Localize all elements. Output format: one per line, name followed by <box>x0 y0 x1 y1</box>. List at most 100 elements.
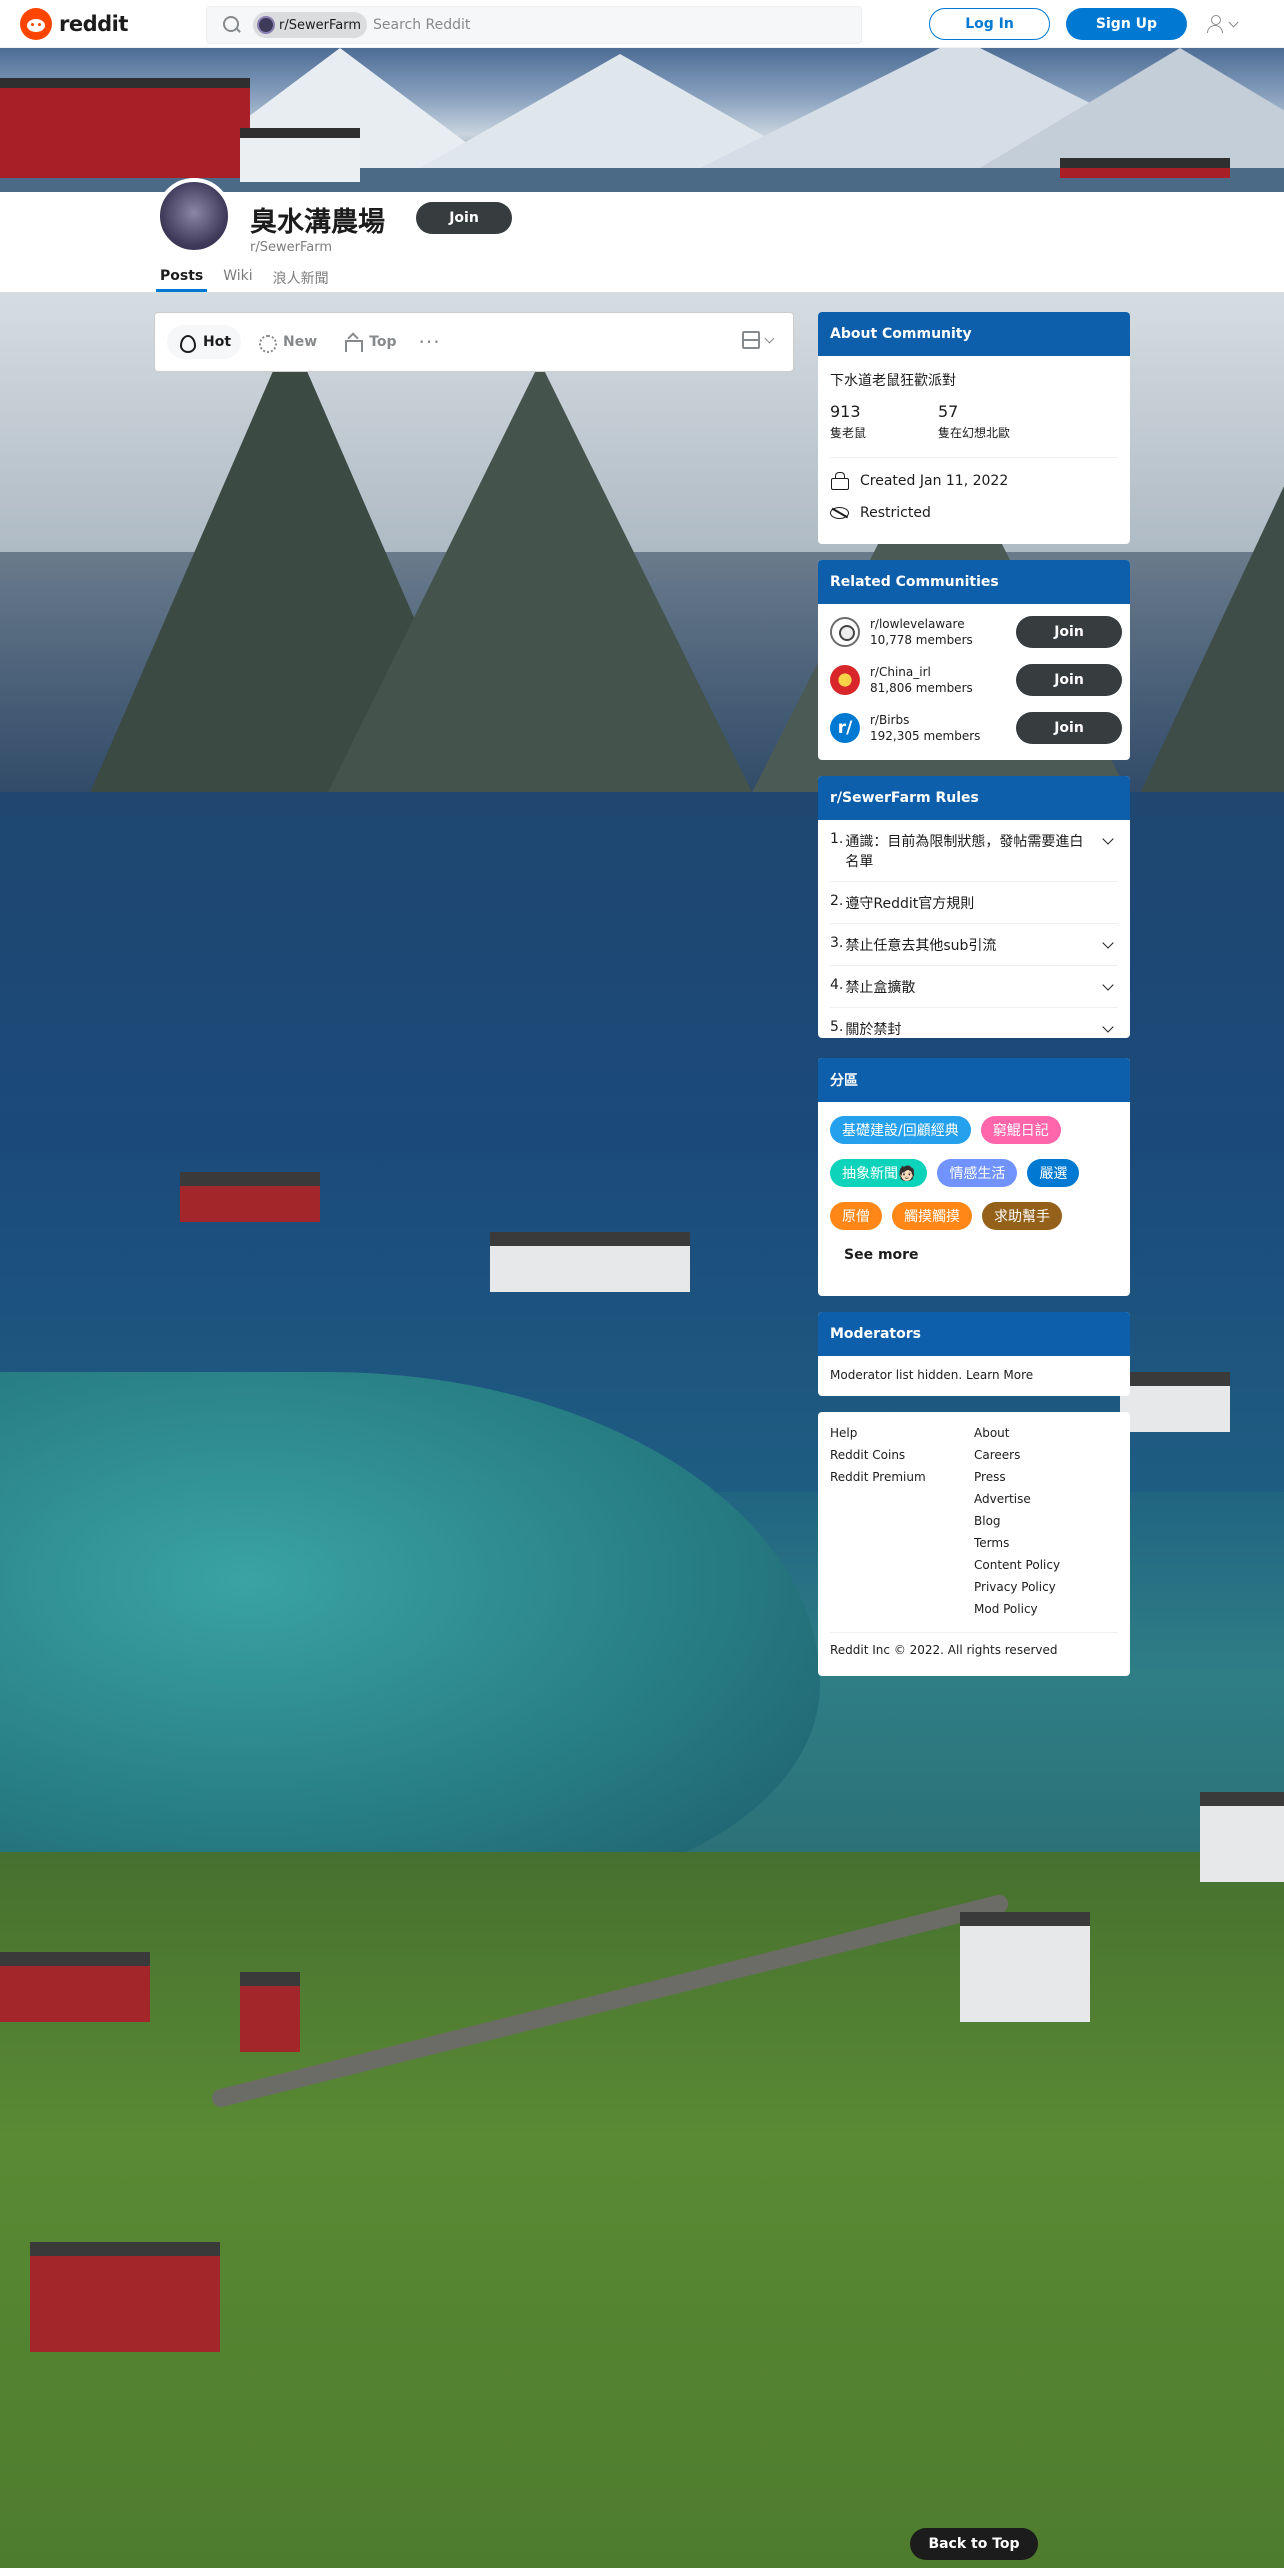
members-stat: 913 隻老鼠 <box>830 402 938 441</box>
community-rules-widget: r/SewerFarm Rules 1. 通識：目前為限制狀態，發帖需要進白名單 … <box>818 776 1130 1038</box>
join-button[interactable]: Join <box>1016 616 1122 648</box>
related-community-name[interactable]: r/lowlevelaware <box>870 617 1016 631</box>
copyright-text: Reddit Inc © 2022. All rights reserved <box>830 1632 1118 1657</box>
sort-top-button[interactable]: Top <box>333 325 406 359</box>
top-icon <box>343 333 364 352</box>
footer-link-press[interactable]: Press <box>974 1470 1118 1492</box>
related-community-item: r/China_irl 81,806 members Join <box>818 656 1130 704</box>
background-land <box>0 1852 1284 2568</box>
footer-link-premium[interactable]: Reddit Premium <box>830 1470 974 1492</box>
reddit-logo[interactable]: reddit <box>20 8 128 40</box>
user-dropdown-menu[interactable] <box>1206 10 1246 38</box>
chevron-down-icon <box>1228 17 1239 27</box>
sort-new-button[interactable]: New <box>247 325 327 359</box>
more-options-icon[interactable]: ··· <box>419 332 441 352</box>
community-avatar <box>830 617 860 647</box>
footer-link-privacy-policy[interactable]: Privacy Policy <box>974 1580 1118 1602</box>
footer-link-help[interactable]: Help <box>830 1426 974 1448</box>
search-input[interactable] <box>372 17 773 33</box>
sort-new-label: New <box>283 334 318 350</box>
related-community-members: 192,305 members <box>870 729 981 743</box>
background-house <box>0 1952 150 2022</box>
view-layout-toggle[interactable] <box>742 331 775 349</box>
online-label: 隻在幻想北歐 <box>938 426 1011 440</box>
footer-column: About Careers Press Advertise Blog Terms… <box>974 1426 1118 1624</box>
community-avatar: r/ <box>830 713 860 743</box>
about-community-heading: About Community <box>818 312 1130 356</box>
about-community-widget: About Community 下水道老鼠狂歡派對 913 隻老鼠 57 隻在幻… <box>818 312 1130 544</box>
back-to-top-button[interactable]: Back to Top <box>910 2528 1038 2560</box>
flair-heading: 分區 <box>818 1058 1130 1102</box>
sort-top-label: Top <box>369 334 397 350</box>
tab-posts[interactable]: Posts <box>156 268 208 292</box>
flair-tag[interactable]: 嚴選 <box>1027 1159 1080 1187</box>
flair-tag[interactable]: 基礎建設/回顧經典 <box>830 1116 971 1144</box>
rule-item[interactable]: 5. 關於禁封 <box>830 1008 1118 1038</box>
rule-number: 2. <box>830 893 844 909</box>
search-chip-label: r/SewerFarm <box>279 17 361 33</box>
rule-number: 4. <box>830 977 844 993</box>
learn-more-link[interactable]: Learn More <box>966 1368 1033 1382</box>
restricted-label: Restricted <box>860 505 931 521</box>
rule-text: 通識：目前為限制狀態，發帖需要進白名單 <box>845 834 1084 870</box>
sparkle-icon <box>257 333 278 353</box>
footer-link-coins[interactable]: Reddit Coins <box>830 1448 974 1470</box>
chevron-down-icon <box>1102 937 1114 949</box>
footer-link-mod-policy[interactable]: Mod Policy <box>974 1602 1118 1624</box>
rule-item: 2. 遵守Reddit官方規則 <box>830 882 1118 924</box>
rule-item[interactable]: 1. 通識：目前為限制狀態，發帖需要進白名單 <box>830 820 1118 882</box>
sort-hot-label: Hot <box>203 334 232 350</box>
community-title: 臭水溝農場 <box>250 207 385 238</box>
moderators-hidden-text: Moderator list hidden. <box>830 1368 963 1382</box>
rule-text: 遵守Reddit官方規則 <box>845 896 975 912</box>
sort-hot-button[interactable]: Hot <box>167 325 242 359</box>
flair-tag[interactable]: 求助幫手 <box>982 1202 1062 1230</box>
tab-news[interactable]: 浪人新聞 <box>269 268 333 292</box>
community-tabs: Posts Wiki 浪人新聞 <box>156 268 345 292</box>
banner-red-house <box>1060 158 1230 178</box>
background-house <box>30 2242 220 2352</box>
card-layout-icon <box>742 331 760 349</box>
community-description: 下水道老鼠狂歡派對 <box>830 373 956 389</box>
related-community-name[interactable]: r/China_irl <box>870 665 1016 679</box>
search-bar[interactable]: r/SewerFarm <box>206 6 862 44</box>
see-more-link[interactable]: See more <box>844 1247 1130 1263</box>
cake-icon <box>830 472 850 490</box>
flair-tag[interactable]: 原僧 <box>830 1202 882 1230</box>
join-button[interactable]: Join <box>1016 664 1122 696</box>
footer-link-about[interactable]: About <box>974 1426 1118 1448</box>
log-in-button[interactable]: Log In <box>929 8 1050 40</box>
community-banner <box>0 48 1284 192</box>
flair-tag[interactable]: 觸摸觸摸 <box>892 1202 972 1230</box>
sign-up-button[interactable]: Sign Up <box>1066 8 1187 40</box>
banner-peak <box>980 48 1284 168</box>
community-avatar <box>830 665 860 695</box>
tab-wiki[interactable]: Wiki <box>219 268 256 292</box>
flair-tag[interactable]: 抽象新聞🧑🏻 <box>830 1159 928 1187</box>
footer-link-advertise[interactable]: Advertise <box>974 1492 1118 1514</box>
footer-link-content-policy[interactable]: Content Policy <box>974 1558 1118 1580</box>
flair-tag[interactable]: 情感生活 <box>937 1159 1018 1187</box>
flair-tag[interactable]: 窮鯤日記 <box>980 1116 1061 1144</box>
rule-text: 禁止任意去其他sub引流 <box>845 938 997 954</box>
join-button[interactable]: Join <box>1016 712 1122 744</box>
footer-link-careers[interactable]: Careers <box>974 1448 1118 1470</box>
join-community-button[interactable]: Join <box>416 202 512 234</box>
post-sort-bar: Hot New Top ··· <box>154 312 794 372</box>
rule-item[interactable]: 4. 禁止盒擴散 <box>830 966 1118 1008</box>
related-community-members: 10,778 members <box>870 633 973 647</box>
related-community-name[interactable]: r/Birbs <box>870 713 1016 727</box>
moderators-heading: Moderators <box>818 1312 1130 1356</box>
eye-off-icon <box>830 504 850 522</box>
background-house <box>240 1972 300 2052</box>
chevron-down-icon <box>1102 833 1114 845</box>
related-community-members: 81,806 members <box>870 681 973 695</box>
rule-number: 3. <box>830 935 844 951</box>
footer-link-terms[interactable]: Terms <box>974 1536 1118 1558</box>
search-icon <box>223 16 241 34</box>
rule-number: 5. <box>830 1019 844 1035</box>
footer-link-blog[interactable]: Blog <box>974 1514 1118 1536</box>
search-community-chip[interactable]: r/SewerFarm <box>253 12 367 38</box>
rule-item[interactable]: 3. 禁止任意去其他sub引流 <box>830 924 1118 966</box>
background-house <box>1200 1792 1284 1882</box>
